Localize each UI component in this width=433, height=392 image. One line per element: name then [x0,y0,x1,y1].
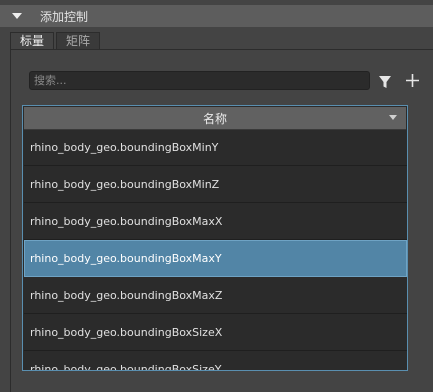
tab-matrix[interactable]: 矩阵 [56,32,101,49]
list-item-selected[interactable]: rhino_body_geo.boundingBoxMaxY [24,240,407,277]
sort-icon[interactable] [389,115,397,120]
plus-icon[interactable] [405,73,420,88]
column-header-name[interactable]: 名称 [24,107,406,130]
vertical-scrollbar[interactable] [407,107,408,370]
attribute-list[interactable]: 名称 rhino_body_geo.boundingBoxMinY rhino_… [22,105,408,371]
list-item[interactable]: rhino_body_geo.boundingBoxMaxZ [24,277,407,314]
list-item[interactable]: rhino_body_geo.boundingBoxMinY [24,129,407,166]
chevron-down-icon[interactable] [12,13,22,19]
filter-icon[interactable] [379,74,391,88]
tab-bar: 标量 矩阵 [10,32,101,50]
panel-header[interactable]: 添加控制 [0,5,433,27]
list-rows: rhino_body_geo.boundingBoxMinY rhino_bod… [24,129,407,370]
list-item[interactable]: rhino_body_geo.boundingBoxSizeX [24,314,407,351]
list-item[interactable]: rhino_body_geo.boundingBoxMaxX [24,203,407,240]
list-item[interactable]: rhino_body_geo.boundingBoxMinZ [24,166,407,203]
search-input[interactable] [29,71,370,90]
panel-title: 添加控制 [40,9,89,24]
column-header-label: 名称 [202,111,227,126]
tab-scalar[interactable]: 标量 [10,32,55,50]
list-item[interactable]: rhino_body_geo.boundingBoxSizeY [24,351,407,370]
